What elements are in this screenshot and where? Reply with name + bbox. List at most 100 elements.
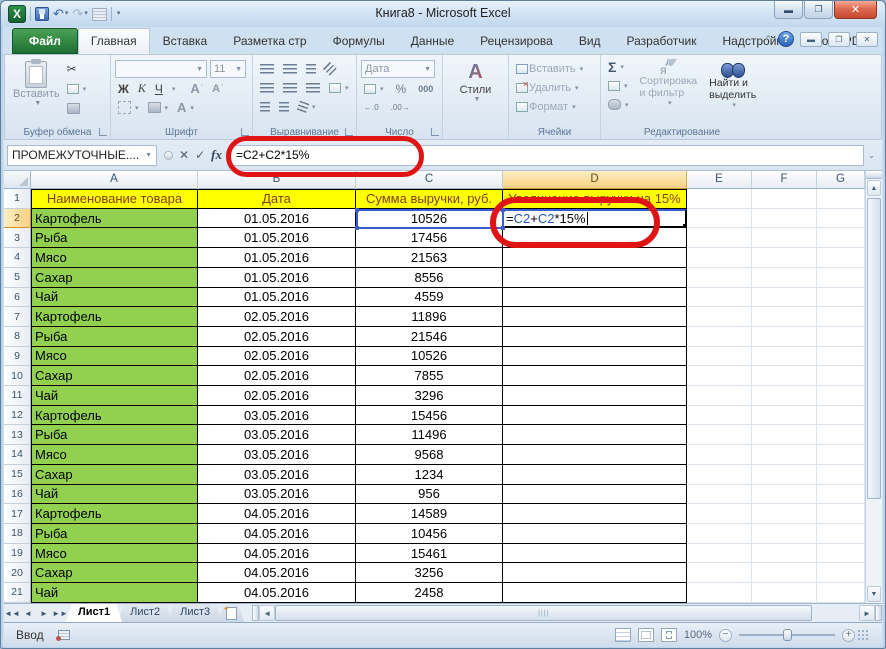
styles-button[interactable]: A Стили ▼: [447, 58, 504, 106]
scroll-left-button[interactable]: ◄: [259, 605, 276, 621]
cell-G1[interactable]: [817, 189, 865, 209]
align-right-button[interactable]: [303, 79, 323, 96]
cell-A8[interactable]: Рыба: [31, 326, 198, 347]
cell-E4[interactable]: [687, 248, 752, 268]
cell-B2[interactable]: 01.05.2016: [198, 208, 356, 229]
column-header-B[interactable]: B: [198, 171, 356, 189]
fill-color-button[interactable]: ▾: [145, 99, 172, 116]
cell-A2[interactable]: Картофель: [31, 208, 198, 229]
cell-A17[interactable]: Картофель: [31, 504, 198, 524]
scroll-up-button[interactable]: ▲: [867, 180, 881, 196]
cell-C18[interactable]: 10456: [356, 523, 503, 544]
scroll-down-button[interactable]: ▼: [867, 586, 881, 602]
number-format-select[interactable]: Дата ▼: [361, 60, 435, 78]
row-header-3[interactable]: 3: [4, 228, 31, 249]
row-header-20[interactable]: 20: [4, 563, 31, 584]
horizontal-scrollbar[interactable]: ◄ |||| ►: [252, 604, 882, 622]
column-header-C[interactable]: C: [356, 171, 503, 189]
cell-E15[interactable]: [687, 464, 752, 485]
cell-B21[interactable]: 04.05.2016: [198, 583, 356, 603]
tab-Рецензирова[interactable]: Рецензирова: [467, 28, 566, 54]
cell-F1[interactable]: [752, 189, 817, 209]
page-break-view-button[interactable]: [660, 628, 677, 642]
cell-G6[interactable]: [817, 287, 865, 308]
percent-button[interactable]: %: [393, 80, 410, 97]
cell-F20[interactable]: [752, 563, 817, 584]
cell-E18[interactable]: [687, 523, 752, 544]
cell-B14[interactable]: 03.05.2016: [198, 445, 356, 465]
cell-G20[interactable]: [817, 563, 865, 584]
first-sheet-button[interactable]: ◄◄: [4, 604, 20, 622]
cell-B13[interactable]: 03.05.2016: [198, 425, 356, 446]
cell-G16[interactable]: [817, 484, 865, 505]
cell-G18[interactable]: [817, 523, 865, 544]
cell-C20[interactable]: 3256: [356, 563, 503, 584]
cell-C6[interactable]: 4559: [356, 287, 503, 308]
cell-G14[interactable]: [817, 445, 865, 465]
cell-E5[interactable]: [687, 267, 752, 288]
tab-Вставка[interactable]: Вставка: [150, 28, 221, 54]
next-sheet-button[interactable]: ►: [36, 604, 52, 622]
align-top-button[interactable]: [257, 60, 277, 77]
copy-button[interactable]: ▾: [64, 80, 90, 97]
cell-B20[interactable]: 04.05.2016: [198, 563, 356, 584]
row-header-14[interactable]: 14: [4, 445, 31, 465]
cell-C21[interactable]: 2458: [356, 583, 503, 603]
vertical-scrollbar[interactable]: ▲ ▼: [865, 171, 882, 603]
cell-A20[interactable]: Сахар: [31, 563, 198, 584]
cell-G3[interactable]: [817, 228, 865, 249]
format-painter-button[interactable]: [64, 100, 90, 117]
paste-button[interactable]: Вставить ▼: [9, 58, 64, 117]
resize-grip[interactable]: [866, 630, 868, 640]
cell-C17[interactable]: 14589: [356, 504, 503, 524]
cell-E17[interactable]: [687, 504, 752, 524]
cell-B6[interactable]: 01.05.2016: [198, 287, 356, 308]
cell-D21[interactable]: [503, 583, 687, 603]
page-layout-view-button[interactable]: [637, 628, 654, 642]
font-name-select[interactable]: ▼: [115, 60, 207, 78]
cell-C15[interactable]: 1234: [356, 464, 503, 485]
cell-B3[interactable]: 01.05.2016: [198, 228, 356, 249]
header-cell-B1[interactable]: Дата: [198, 189, 356, 209]
font-color-button[interactable]: А ▾: [174, 99, 197, 116]
cell-G7[interactable]: [817, 307, 865, 327]
cell-B16[interactable]: 03.05.2016: [198, 484, 356, 505]
cell-B7[interactable]: 02.05.2016: [198, 307, 356, 327]
cell-F11[interactable]: [752, 386, 817, 406]
cell-C2[interactable]: 10526: [356, 208, 503, 229]
tab-Главная[interactable]: Главная: [77, 28, 150, 54]
cell-F4[interactable]: [752, 248, 817, 268]
sheet-tab-Лист3[interactable]: Лист3: [168, 604, 222, 622]
align-center-button[interactable]: [280, 79, 300, 96]
cell-G12[interactable]: [817, 405, 865, 426]
column-header-G[interactable]: G: [817, 171, 865, 189]
cell-G5[interactable]: [817, 267, 865, 288]
cell-B11[interactable]: 02.05.2016: [198, 386, 356, 406]
column-header-E[interactable]: E: [687, 171, 752, 189]
cell-B18[interactable]: 04.05.2016: [198, 523, 356, 544]
cancel-entry-button[interactable]: ✕: [179, 148, 189, 162]
insert-cells-button[interactable]: Вставить ▾: [513, 60, 586, 77]
cell-F3[interactable]: [752, 228, 817, 249]
zoom-level[interactable]: 100%: [684, 629, 712, 641]
cell-G8[interactable]: [817, 326, 865, 347]
align-middle-button[interactable]: [280, 60, 300, 77]
cell-C7[interactable]: 11896: [356, 307, 503, 327]
thousands-button[interactable]: 000: [415, 80, 436, 97]
increase-decimal-button[interactable]: ←.0: [361, 99, 382, 116]
cell-A3[interactable]: Рыба: [31, 228, 198, 249]
cell-G2[interactable]: [817, 208, 865, 229]
increase-indent-button[interactable]: [276, 98, 292, 115]
cut-button[interactable]: ✂: [64, 60, 90, 77]
cell-G9[interactable]: [817, 346, 865, 367]
formula-input[interactable]: =C2+C2*15%: [228, 144, 864, 166]
tab-Разметка стр[interactable]: Разметка стр: [220, 28, 319, 54]
cell-A13[interactable]: Рыба: [31, 425, 198, 446]
format-cells-button[interactable]: Формат ▾: [513, 98, 579, 115]
row-header-10[interactable]: 10: [4, 366, 31, 387]
cell-G13[interactable]: [817, 425, 865, 446]
cell-E21[interactable]: [687, 583, 752, 603]
decrease-decimal-button[interactable]: .00→: [388, 99, 413, 116]
cell-C13[interactable]: 11496: [356, 425, 503, 446]
row-header-1[interactable]: 1: [4, 189, 31, 209]
